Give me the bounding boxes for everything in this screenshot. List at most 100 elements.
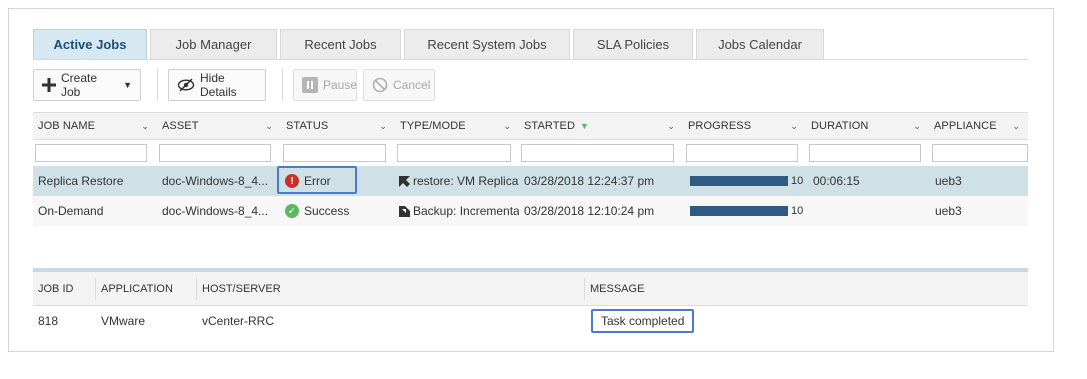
eye-slash-icon bbox=[177, 78, 195, 92]
column-header-type-mode[interactable]: TYPE/MODE ⌄ bbox=[395, 113, 519, 139]
column-label: ASSET bbox=[162, 120, 199, 132]
pause-icon bbox=[302, 77, 318, 93]
filter-input-duration[interactable] bbox=[809, 144, 921, 162]
caret-down-icon: ▼ bbox=[123, 80, 132, 90]
cell-message: Task completed bbox=[585, 306, 885, 336]
tab-divider bbox=[33, 59, 1028, 60]
job-details-grid: JOB ID APPLICATION HOST/SERVER MESSAGE 8… bbox=[33, 268, 1028, 336]
column-label: STARTED bbox=[524, 120, 576, 132]
cell-started: 03/28/2018 12:10:24 pm bbox=[524, 204, 655, 218]
progress-value: 100 bbox=[791, 205, 803, 217]
tab-jobs-calendar[interactable]: Jobs Calendar bbox=[696, 29, 824, 59]
cell-job-id: 818 bbox=[38, 314, 59, 328]
filter-input-progress[interactable] bbox=[686, 144, 798, 162]
chevron-down-icon[interactable]: ⌄ bbox=[141, 121, 149, 132]
cell-started: 03/28/2018 12:24:37 pm bbox=[524, 174, 655, 188]
create-job-button[interactable]: Create Job ▼ bbox=[33, 69, 141, 101]
chevron-down-icon[interactable]: ⌄ bbox=[265, 121, 273, 132]
cell-status: ✓ Success bbox=[281, 196, 395, 226]
column-header-appliance[interactable]: APPLIANCE ⌄ bbox=[929, 113, 1028, 139]
chevron-down-icon[interactable]: ⌄ bbox=[913, 121, 921, 132]
tab-recent-system-jobs[interactable]: Recent System Jobs bbox=[404, 29, 570, 59]
cell-host-server: vCenter-RRC bbox=[202, 314, 275, 328]
column-label: TYPE/MODE bbox=[400, 120, 466, 132]
cell-application: VMware bbox=[101, 314, 146, 328]
restore-arrow-icon bbox=[399, 175, 410, 187]
column-header-job-name[interactable]: JOB NAME ⌄ bbox=[33, 113, 157, 139]
status-text: Error bbox=[304, 174, 331, 188]
cancel-button[interactable]: Cancel bbox=[363, 69, 435, 101]
column-label: APPLIANCE bbox=[934, 120, 997, 132]
column-header-asset[interactable]: ASSET ⌄ bbox=[157, 113, 281, 139]
column-header-host-server[interactable]: HOST/SERVER bbox=[197, 272, 584, 306]
hide-details-label: Hide Details bbox=[200, 71, 237, 99]
type-mode-text: restore: VM Replica bbox=[413, 174, 519, 188]
column-label: DURATION bbox=[811, 120, 869, 132]
grid-header: JOB NAME ⌄ ASSET ⌄ STATUS ⌄ TYPE/MODE ⌄ STAR… bbox=[33, 112, 1028, 140]
plus-icon bbox=[42, 78, 56, 92]
chevron-down-icon[interactable]: ⌄ bbox=[1012, 121, 1020, 132]
table-row[interactable]: On-Demand doc-Windows-8_4... ✓ Success B… bbox=[33, 196, 1028, 226]
tab-job-manager[interactable]: Job Manager bbox=[150, 29, 277, 59]
filter-input-type-mode[interactable] bbox=[397, 144, 511, 162]
progress-bar bbox=[690, 176, 788, 186]
column-label: PROGRESS bbox=[688, 120, 752, 132]
column-label: STATUS bbox=[286, 120, 329, 132]
cell-type-mode: Backup: Incremental bbox=[395, 196, 519, 226]
filter-row bbox=[33, 140, 1028, 166]
table-row[interactable]: Replica Restore doc-Windows-8_4... ! Err… bbox=[33, 166, 1028, 196]
progress-value: 100 bbox=[791, 175, 803, 187]
chevron-down-icon[interactable]: ⌄ bbox=[503, 121, 511, 132]
cell-duration bbox=[806, 196, 929, 226]
filter-input-status[interactable] bbox=[283, 144, 386, 162]
hide-details-button[interactable]: Hide Details bbox=[168, 69, 266, 101]
filter-input-started[interactable] bbox=[521, 144, 674, 162]
cell-progress: 100 bbox=[683, 196, 806, 226]
filter-input-asset[interactable] bbox=[159, 144, 271, 162]
column-header-message[interactable]: MESSAGE bbox=[585, 272, 1028, 306]
toolbar: Create Job ▼ Hide Details Pause Cancel bbox=[33, 69, 441, 101]
sort-desc-icon: ▼ bbox=[580, 121, 590, 131]
tab-active-jobs[interactable]: Active Jobs bbox=[33, 29, 147, 59]
cell-asset: doc-Windows-8_4... bbox=[162, 204, 269, 218]
column-header-job-id[interactable]: JOB ID bbox=[33, 272, 95, 306]
cell-appliance: ueb3 bbox=[935, 174, 962, 188]
details-header: JOB ID APPLICATION HOST/SERVER MESSAGE bbox=[33, 272, 1028, 306]
tab-bar: Active Jobs Job Manager Recent Jobs Rece… bbox=[33, 29, 827, 59]
create-job-label: Create Job bbox=[61, 71, 98, 99]
tab-sla-policies[interactable]: SLA Policies bbox=[573, 29, 693, 59]
cell-progress: 100 bbox=[683, 166, 806, 196]
chevron-down-icon[interactable]: ⌄ bbox=[667, 121, 675, 132]
progress-fill bbox=[690, 176, 788, 186]
error-circle-icon: ! bbox=[285, 174, 299, 188]
pause-label: Pause bbox=[323, 78, 358, 92]
cancel-label: Cancel bbox=[393, 78, 431, 92]
message-highlight-box: Task completed bbox=[591, 309, 695, 333]
cell-status: ! Error bbox=[281, 166, 395, 196]
cell-job-name: Replica Restore bbox=[38, 174, 124, 188]
chevron-down-icon[interactable]: ⌄ bbox=[379, 121, 387, 132]
status-text: Success bbox=[304, 204, 350, 218]
type-mode-text: Backup: Incremental bbox=[413, 204, 519, 218]
column-header-started[interactable]: STARTED ▼ ⌄ bbox=[519, 113, 683, 139]
ban-icon bbox=[372, 77, 388, 93]
check-circle-icon: ✓ bbox=[285, 204, 299, 218]
column-header-status[interactable]: STATUS ⌄ bbox=[281, 113, 395, 139]
cell-type-mode: restore: VM Replica bbox=[395, 166, 519, 196]
backup-arrow-icon bbox=[399, 205, 410, 217]
column-header-duration[interactable]: DURATION ⌄ bbox=[806, 113, 929, 139]
cell-job-name: On-Demand bbox=[38, 204, 104, 218]
filter-input-appliance[interactable] bbox=[932, 144, 1028, 162]
toolbar-separator bbox=[282, 69, 283, 101]
column-header-application[interactable]: APPLICATION bbox=[96, 272, 196, 306]
pause-button[interactable]: Pause bbox=[293, 69, 357, 101]
cell-appliance: ueb3 bbox=[935, 204, 962, 218]
chevron-down-icon[interactable]: ⌄ bbox=[790, 121, 798, 132]
progress-bar bbox=[690, 206, 788, 216]
cell-duration: 00:06:15 bbox=[813, 174, 860, 188]
filter-input-job-name[interactable] bbox=[35, 144, 147, 162]
cell-asset: doc-Windows-8_4... bbox=[162, 174, 269, 188]
table-row[interactable]: 818 VMware vCenter-RRC Task completed bbox=[33, 306, 1028, 336]
column-header-progress[interactable]: PROGRESS ⌄ bbox=[683, 113, 806, 139]
tab-recent-jobs[interactable]: Recent Jobs bbox=[280, 29, 401, 59]
